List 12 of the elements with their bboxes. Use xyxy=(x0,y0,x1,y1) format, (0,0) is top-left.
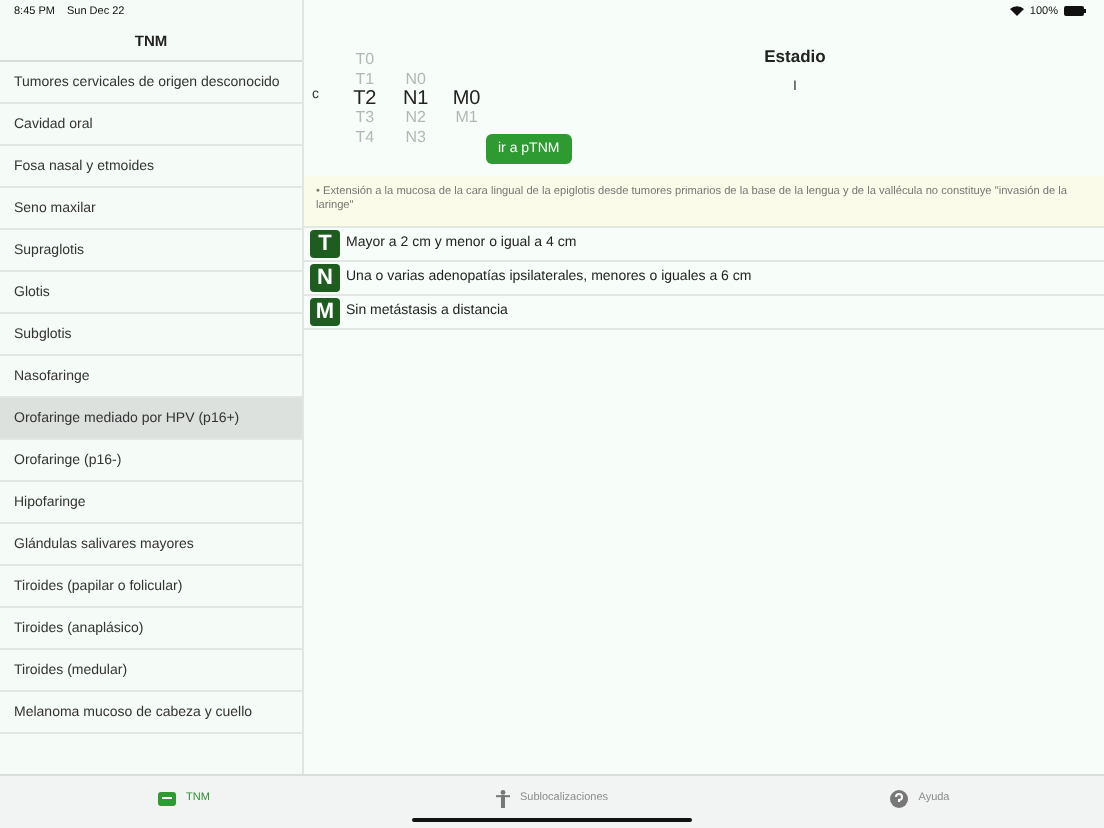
category-letter-icon: N xyxy=(310,263,340,292)
tnm-card-icon xyxy=(158,791,177,805)
picker-option[interactable]: T2 xyxy=(353,89,377,109)
battery-icon xyxy=(1064,6,1086,16)
category-letter-icon: T xyxy=(310,229,340,258)
stage-title: Estadio xyxy=(764,46,826,66)
category-letter-icon: M xyxy=(310,297,340,326)
picker-option[interactable]: M0 xyxy=(452,89,481,109)
help-icon xyxy=(890,789,909,807)
picker-option[interactable]: N1 xyxy=(402,89,429,109)
wifi-icon xyxy=(1009,6,1024,16)
human-figure-icon xyxy=(495,789,510,807)
